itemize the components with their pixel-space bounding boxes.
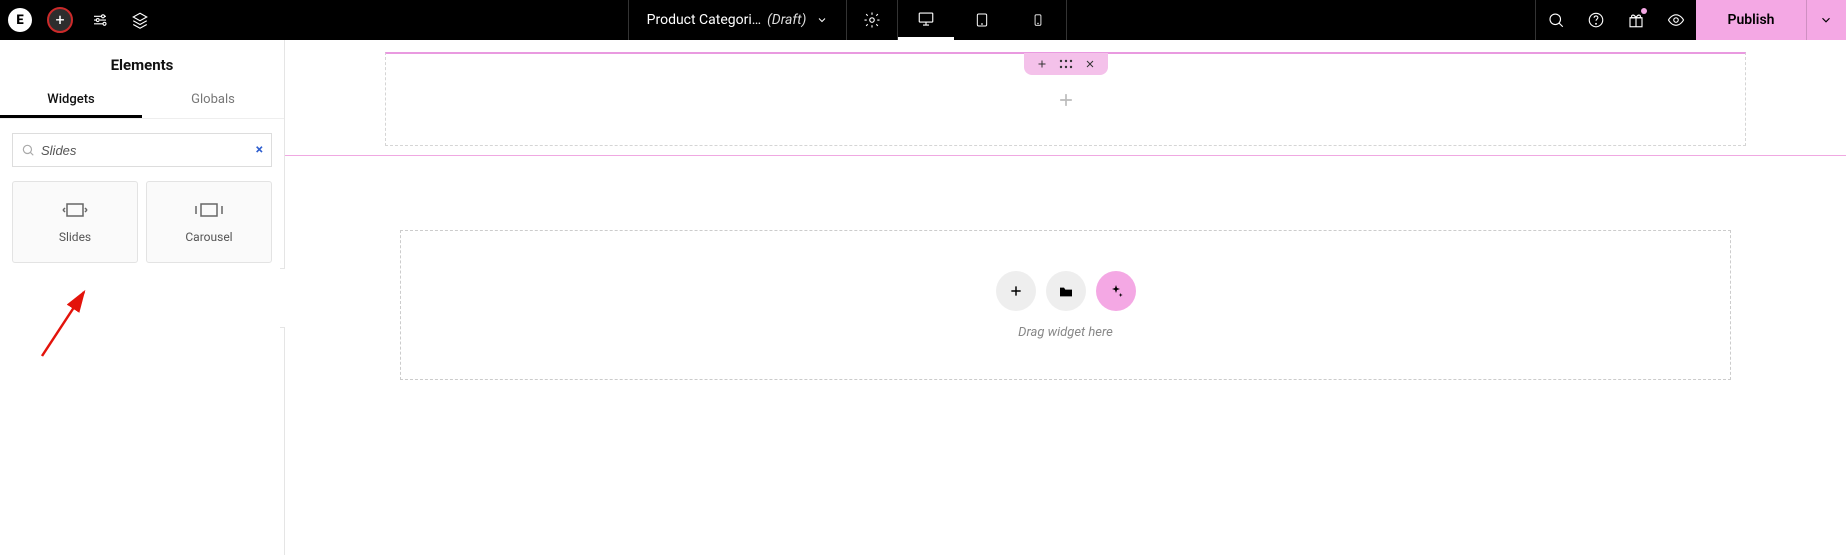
topbar-center: Product Categori… (Draft) <box>628 0 1068 40</box>
layers-icon <box>131 11 149 29</box>
add-section-button[interactable] <box>1034 56 1050 72</box>
tab-globals[interactable]: Globals <box>142 84 284 118</box>
help-icon <box>1587 11 1605 29</box>
finder-search-button[interactable] <box>1536 0 1576 40</box>
search-box: × <box>12 133 272 167</box>
close-icon <box>1084 58 1096 70</box>
editor-canvas: Drag widget here <box>285 40 1846 555</box>
folder-icon <box>1058 284 1074 298</box>
add-element-button[interactable]: + <box>40 0 80 40</box>
tablet-icon <box>974 10 990 30</box>
document-title[interactable]: Product Categori… (Draft) <box>628 0 847 40</box>
add-new-section-button[interactable] <box>996 271 1036 311</box>
eye-icon <box>1667 11 1685 29</box>
desktop-icon <box>916 10 936 28</box>
desktop-device-button[interactable] <box>898 0 954 40</box>
sliders-icon <box>91 11 109 29</box>
grip-icon <box>1059 59 1073 69</box>
drag-section-handle[interactable] <box>1058 56 1074 72</box>
publish-options-button[interactable] <box>1806 0 1846 40</box>
responsive-devices <box>898 0 1067 40</box>
add-template-button[interactable] <box>1046 271 1086 311</box>
widget-slides[interactable]: Slides <box>12 181 138 263</box>
panel-title: Elements <box>0 40 284 84</box>
notification-dot <box>1641 8 1647 14</box>
widget-label: Slides <box>59 230 91 244</box>
section-controls <box>1024 53 1108 75</box>
search-icon <box>1547 11 1565 29</box>
panel-tabs: Widgets Globals <box>0 84 284 119</box>
dropzone-actions <box>996 271 1136 311</box>
elementor-logo[interactable]: E <box>0 0 40 40</box>
structure-button[interactable] <box>120 0 160 40</box>
search-wrap: × <box>0 119 284 181</box>
add-widget-placeholder[interactable] <box>1056 90 1076 110</box>
tablet-device-button[interactable] <box>954 0 1010 40</box>
preview-button[interactable] <box>1656 0 1696 40</box>
help-button[interactable] <box>1576 0 1616 40</box>
site-settings-button[interactable] <box>80 0 120 40</box>
widget-carousel[interactable]: Carousel <box>146 181 272 263</box>
document-name: Product Categori… <box>647 12 762 28</box>
widget-label: Carousel <box>185 230 232 244</box>
plus-icon <box>1008 283 1024 299</box>
chevron-down-icon <box>816 14 828 26</box>
plus-icon: + <box>47 7 73 33</box>
annotation-arrow <box>34 284 104 364</box>
topbar-right-icons <box>1535 0 1696 40</box>
publish-label: Publish <box>1728 12 1775 28</box>
chevron-down-icon <box>1819 13 1833 27</box>
tab-widgets[interactable]: Widgets <box>0 84 142 118</box>
sparkle-icon <box>1108 283 1124 299</box>
elements-panel: Elements Widgets Globals × Slides Carous… <box>0 40 285 555</box>
existing-section[interactable] <box>385 52 1746 146</box>
mobile-device-button[interactable] <box>1010 0 1066 40</box>
top-bar: E + Product Categori… (Draft) <box>0 0 1846 40</box>
whats-new-button[interactable] <box>1616 0 1656 40</box>
publish-button[interactable]: Publish <box>1696 0 1806 40</box>
carousel-icon <box>192 200 226 220</box>
widget-search-input[interactable] <box>41 143 250 158</box>
clear-search-button[interactable]: × <box>256 142 263 158</box>
logo-letter: E <box>16 13 23 28</box>
publish-group: Publish <box>1696 0 1846 40</box>
plus-icon <box>1036 58 1048 70</box>
page-settings-button[interactable] <box>846 0 898 40</box>
topbar-right: Publish <box>1535 0 1846 40</box>
new-section-dropzone[interactable]: Drag widget here <box>400 230 1731 380</box>
slides-icon <box>60 200 90 220</box>
topbar-left: E + <box>0 0 160 40</box>
document-status: (Draft) <box>767 12 806 28</box>
search-icon <box>21 143 35 157</box>
ai-button[interactable] <box>1096 271 1136 311</box>
mobile-icon <box>1031 10 1045 30</box>
drag-hint-text: Drag widget here <box>1018 325 1113 340</box>
widget-results: Slides Carousel <box>0 181 284 263</box>
gear-icon <box>863 11 881 29</box>
delete-section-button[interactable] <box>1082 56 1098 72</box>
section-divider <box>285 155 1846 156</box>
